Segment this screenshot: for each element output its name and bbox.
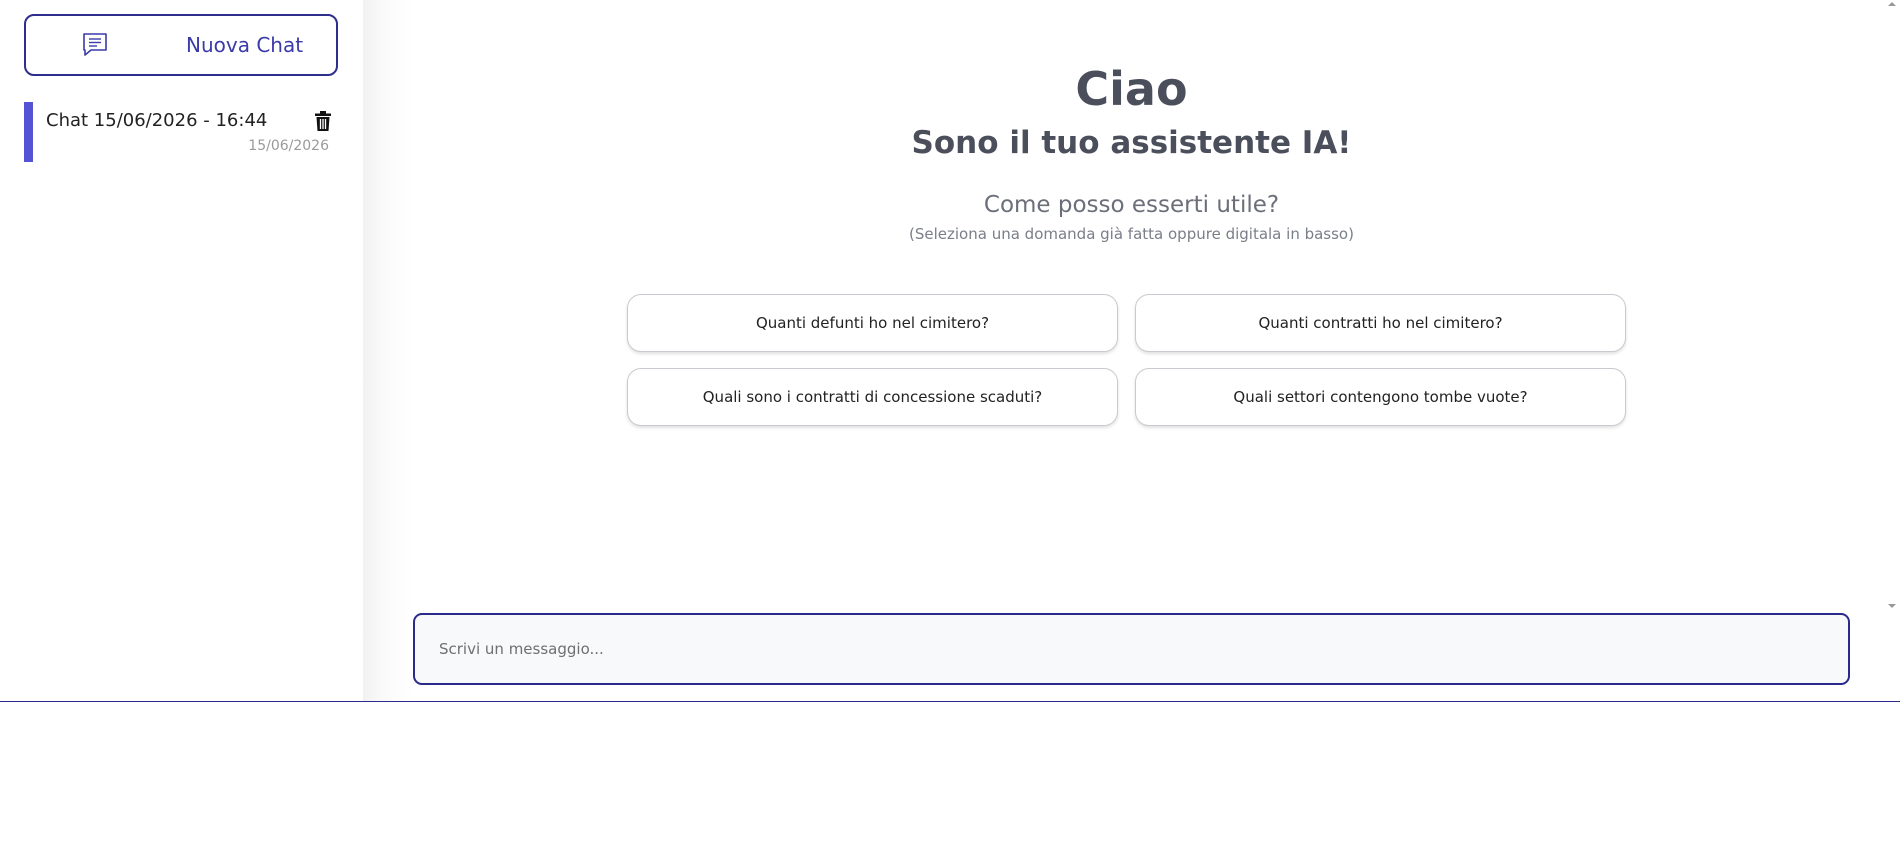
chat-main-panel: Ciao Sono il tuo assistente IA! Come pos… [363, 0, 1900, 701]
help-question: Come posso esserti utile? [983, 192, 1280, 218]
new-chat-label: Nuova Chat [186, 33, 304, 57]
new-chat-button[interactable]: Nuova Chat [24, 14, 338, 76]
chat-bubble-icon [83, 33, 107, 56]
greeting-title: Ciao [1075, 62, 1188, 116]
scroll-down-arrow-icon[interactable] [1888, 604, 1896, 608]
app-window: Nuova Chat Chat 15/06/2026 - 16:44 15/06… [0, 0, 1900, 702]
help-hint: (Seleziona una domanda già fatta oppure … [909, 225, 1354, 243]
sidebar: Nuova Chat Chat 15/06/2026 - 16:44 15/06… [0, 0, 363, 701]
assistant-subtitle: Sono il tuo assistente IA! [911, 125, 1352, 161]
active-chat-marker [24, 102, 33, 162]
chat-history-item[interactable]: Chat 15/06/2026 - 16:44 15/06/2026 [24, 102, 338, 162]
suggestion-button[interactable]: Quali settori contengono tombe vuote? [1135, 368, 1626, 426]
suggestion-button[interactable]: Quanti contratti ho nel cimitero? [1135, 294, 1626, 352]
scroll-up-arrow-icon[interactable] [1888, 2, 1896, 6]
chat-item-title: Chat 15/06/2026 - 16:44 [46, 110, 268, 131]
message-input[interactable] [413, 613, 1850, 685]
chat-item-date: 15/06/2026 [248, 138, 329, 154]
suggestion-button[interactable]: Quanti defunti ho nel cimitero? [627, 294, 1118, 352]
suggestion-button[interactable]: Quali sono i contratti di concessione sc… [627, 368, 1118, 426]
trash-icon[interactable] [314, 110, 332, 132]
